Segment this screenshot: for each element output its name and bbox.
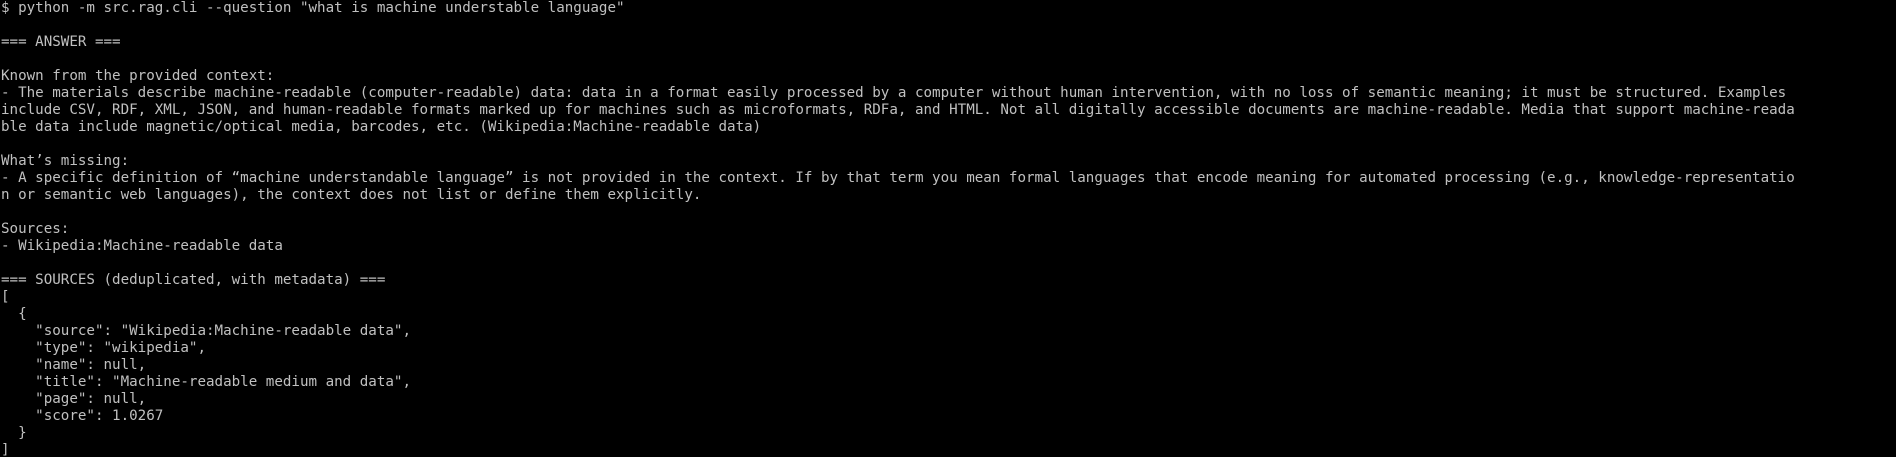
sources-heading: Sources: [1,221,70,237]
source-item: - Wikipedia:Machine-readable data [1,238,283,254]
known-context-heading: Known from the provided context: [1,68,275,84]
json-line: ] [1,442,10,457]
json-line: "name": null, [1,357,147,373]
json-line: "score": 1.0267 [1,408,164,424]
json-line: } [1,425,27,441]
terminal-window[interactable]: $ python -m src.rag.cli --question "what… [0,0,1896,457]
missing-heading: What’s missing: [1,153,130,169]
json-line: "type": "wikipedia", [1,340,206,356]
answer-text-line: include CSV, RDF, XML, JSON, and human-r… [1,102,1795,118]
missing-text-line: - A specific definition of “machine unde… [1,170,1795,186]
json-line: "page": null, [1,391,147,407]
command-line: $ python -m src.rag.cli --question "what… [1,0,625,16]
json-line: "title": "Machine-readable medium and da… [1,374,411,390]
json-line: [ [1,289,10,305]
answer-header: === ANSWER === [1,34,121,50]
missing-text-line: n or semantic web languages), the contex… [1,187,702,203]
sources-metadata-header: === SOURCES (deduplicated, with metadata… [1,272,386,288]
json-line: "source": "Wikipedia:Machine-readable da… [1,323,411,339]
json-line: { [1,306,27,322]
answer-text-line: ble data include magnetic/optical media,… [1,119,762,135]
answer-text-line: - The materials describe machine-readabl… [1,85,1787,101]
